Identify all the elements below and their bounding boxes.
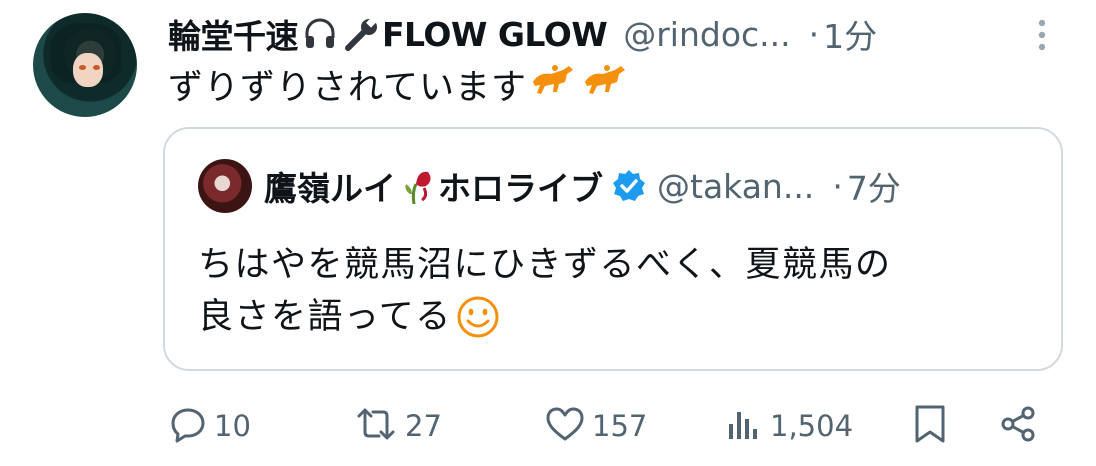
repost-icon bbox=[353, 404, 399, 448]
separator: · bbox=[808, 14, 820, 54]
separator: · bbox=[832, 166, 843, 206]
horse-racing-icon bbox=[581, 62, 631, 107]
reply-icon bbox=[168, 404, 208, 448]
tweet-header: 輪堂千速 FLOW GLOW @rindoc... · 1分 bbox=[168, 10, 877, 58]
quoted-tweet[interactable]: 鷹嶺ルイ ホロライブ @takan... · 7分 ちはやを競馬沼にひきずるべく… bbox=[163, 127, 1063, 371]
wrench-icon bbox=[342, 16, 382, 52]
quote-author-handle[interactable]: @takan... bbox=[657, 167, 814, 206]
smiley-icon bbox=[456, 295, 500, 339]
quote-text-line-2: 良さを語ってる bbox=[198, 291, 1038, 343]
views-chart-icon bbox=[724, 404, 764, 448]
quote-text-line: 良さを語ってる bbox=[198, 297, 452, 337]
quote-author-name-suffix[interactable]: ホロライブ bbox=[438, 162, 603, 210]
quote-header: 鷹嶺ルイ ホロライブ @takan... · 7分 bbox=[198, 159, 901, 213]
quote-author-name[interactable]: 鷹嶺ルイ bbox=[264, 162, 396, 210]
tweet-text: ずりずりされています bbox=[168, 60, 631, 108]
author-name-suffix[interactable]: FLOW GLOW bbox=[382, 15, 608, 54]
verified-badge-icon bbox=[611, 168, 647, 204]
tweet-body: ずりずりされています bbox=[168, 67, 527, 108]
headphones-icon bbox=[302, 16, 338, 52]
quote-text: ちはやを競馬沼にひきずるべく、夏競馬の 良さを語ってる bbox=[198, 239, 1038, 343]
repost-button[interactable]: 27 bbox=[353, 402, 442, 450]
author-avatar[interactable] bbox=[33, 13, 137, 117]
repost-count: 27 bbox=[405, 409, 442, 443]
avatar-eye bbox=[93, 65, 100, 70]
avatar-eye bbox=[79, 65, 86, 70]
bookmark-icon bbox=[912, 403, 948, 449]
like-button[interactable]: 157 bbox=[544, 402, 647, 450]
quote-text-line: ちはやを競馬沼にひきずるべく、夏競馬の bbox=[198, 245, 892, 285]
reply-button[interactable]: 10 bbox=[168, 402, 251, 450]
share-button[interactable] bbox=[998, 402, 1038, 450]
tweet-time[interactable]: 1分 bbox=[823, 10, 877, 58]
more-vertical-icon[interactable] bbox=[1036, 18, 1048, 52]
avatar-face bbox=[73, 53, 103, 87]
author-handle[interactable]: @rindoc... bbox=[623, 15, 790, 54]
horse-racing-icon bbox=[529, 62, 579, 107]
bookmark-button[interactable] bbox=[912, 402, 948, 450]
quote-time[interactable]: 7分 bbox=[847, 162, 901, 210]
views-count: 1,504 bbox=[770, 409, 854, 443]
like-count: 157 bbox=[592, 409, 648, 443]
quote-author-avatar[interactable] bbox=[198, 159, 252, 213]
author-name[interactable]: 輪堂千速 bbox=[168, 10, 299, 58]
wilted-rose-icon bbox=[400, 166, 436, 206]
reply-count: 10 bbox=[214, 409, 251, 443]
views-button[interactable]: 1,504 bbox=[724, 402, 853, 450]
heart-icon bbox=[544, 404, 586, 448]
action-bar: 10 27 157 1,504 bbox=[168, 402, 1048, 450]
share-icon bbox=[998, 404, 1038, 448]
